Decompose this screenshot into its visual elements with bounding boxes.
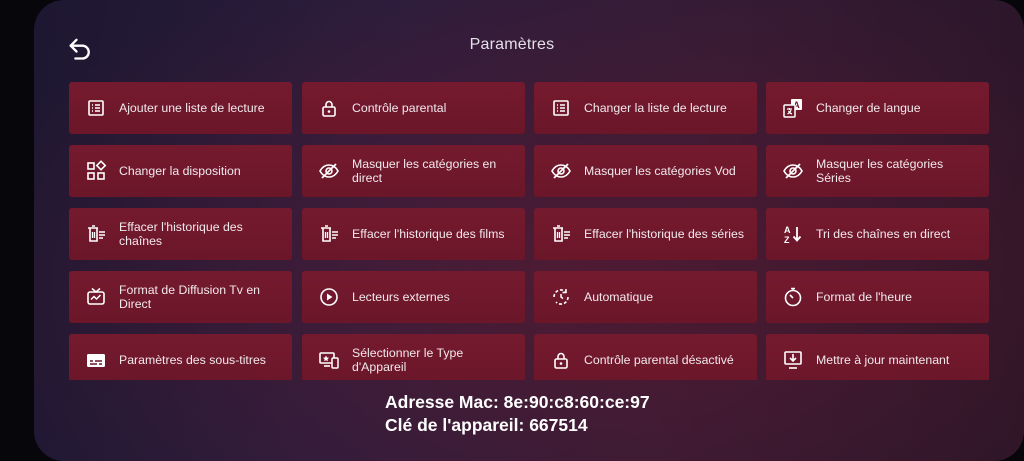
setting-changer-la-liste-de-lecture[interactable]: Changer la liste de lecture bbox=[534, 82, 757, 134]
subtitles-icon bbox=[86, 350, 106, 370]
setting-effacer-l-historique-des-chaines[interactable]: Effacer l'historique des chaînes bbox=[69, 208, 292, 260]
setting-format-de-diffusion-tv-en-direct[interactable]: Format de Diffusion Tv en Direct bbox=[69, 271, 292, 323]
auto-refresh-icon bbox=[551, 287, 571, 307]
setting-ajouter-une-liste-de-lecture[interactable]: Ajouter une liste de lecture bbox=[69, 82, 292, 134]
list-icon bbox=[551, 98, 571, 118]
setting-label: Contrôle parental désactivé bbox=[584, 353, 734, 367]
setting-controle-parental-desactive[interactable]: Contrôle parental désactivé bbox=[534, 334, 757, 380]
setting-label: Tri des chaînes en direct bbox=[816, 227, 951, 241]
eye-off-icon bbox=[319, 161, 339, 181]
svg-text:A: A bbox=[784, 225, 791, 235]
setting-label: Masquer les catégories Séries bbox=[816, 157, 944, 185]
update-icon bbox=[783, 350, 803, 370]
eye-off-icon bbox=[783, 161, 803, 181]
setting-label: Effacer l'historique des films bbox=[352, 227, 505, 241]
setting-label: Mettre à jour maintenant bbox=[816, 353, 950, 367]
setting-format-de-l-heure[interactable]: Format de l'heure bbox=[766, 271, 989, 323]
layout-icon bbox=[86, 160, 107, 181]
list-icon bbox=[86, 98, 106, 118]
setting-label: Automatique bbox=[584, 290, 654, 304]
setting-tri-des-chaines-en-direct[interactable]: A Z Tri des chaînes en direct bbox=[766, 208, 989, 260]
setting-label: Sélectionner le Type d'Appareil bbox=[352, 346, 464, 374]
setting-masquer-les-categories-series[interactable]: Masquer les catégories Séries bbox=[766, 145, 989, 197]
setting-label: Format de l'heure bbox=[816, 290, 912, 304]
lock-icon bbox=[319, 98, 339, 118]
setting-masquer-les-categories-en-direct[interactable]: Masquer les catégories en direct bbox=[302, 145, 525, 197]
setting-label: Changer la disposition bbox=[119, 164, 241, 178]
svg-text:Z: Z bbox=[784, 235, 790, 245]
setting-label: Lecteurs externes bbox=[352, 290, 450, 304]
setting-label: Effacer l'historique des chaînes bbox=[119, 220, 243, 248]
setting-effacer-l-historique-des-series[interactable]: Effacer l'historique des séries bbox=[534, 208, 757, 260]
live-tv-icon bbox=[86, 287, 106, 307]
setting-selectionner-le-type-d-appareil[interactable]: Sélectionner le Type d'Appareil bbox=[302, 334, 525, 380]
timer-icon bbox=[783, 287, 803, 307]
clear-history-icon bbox=[551, 224, 571, 244]
clear-history-icon bbox=[86, 224, 106, 244]
device-key: Clé de l'appareil: 667514 bbox=[385, 415, 588, 435]
lock-icon bbox=[551, 350, 571, 370]
setting-lecteurs-externes[interactable]: Lecteurs externes bbox=[302, 271, 525, 323]
setting-label: Masquer les catégories en direct bbox=[352, 157, 497, 185]
setting-label: Contrôle parental bbox=[352, 101, 447, 115]
setting-label: Masquer les catégories Vod bbox=[584, 164, 736, 178]
setting-changer-de-langue[interactable]: A Changer de langue bbox=[766, 82, 989, 134]
settings-grid: Ajouter une liste de lecture Contrôle par… bbox=[69, 82, 989, 380]
mac-address: Adresse Mac: 8e:90:c8:60:ce:97 bbox=[385, 392, 650, 412]
device-info: Adresse Mac: 8e:90:c8:60:ce:97 Clé de l'… bbox=[385, 391, 650, 437]
play-circle-icon bbox=[319, 287, 339, 307]
translate-icon: A bbox=[783, 98, 803, 118]
clear-history-icon bbox=[319, 224, 339, 244]
setting-label: Ajouter une liste de lecture bbox=[119, 101, 265, 115]
devices-icon bbox=[319, 350, 339, 370]
setting-effacer-l-historique-des-films[interactable]: Effacer l'historique des films bbox=[302, 208, 525, 260]
setting-automatique[interactable]: Automatique bbox=[534, 271, 757, 323]
setting-label: Changer la liste de lecture bbox=[584, 101, 727, 115]
setting-label: Changer de langue bbox=[816, 101, 921, 115]
sort-az-icon: AZ bbox=[783, 224, 803, 245]
setting-label: Paramètres des sous-titres bbox=[119, 353, 266, 367]
setting-controle-parental[interactable]: Contrôle parental bbox=[302, 82, 525, 134]
page-title: Paramètres bbox=[469, 36, 555, 53]
setting-label: Format de Diffusion Tv en Direct bbox=[119, 283, 261, 311]
setting-mettre-a-jour-maintenant[interactable]: Mettre à jour maintenant bbox=[766, 334, 989, 380]
setting-label: Effacer l'historique des séries bbox=[584, 227, 745, 241]
setting-parametres-des-sous-titres[interactable]: Paramètres des sous-titres bbox=[69, 334, 292, 380]
eye-off-icon bbox=[551, 161, 571, 181]
setting-masquer-les-categories-vod[interactable]: Masquer les catégories Vod bbox=[534, 145, 757, 197]
setting-changer-la-disposition[interactable]: Changer la disposition bbox=[69, 145, 292, 197]
